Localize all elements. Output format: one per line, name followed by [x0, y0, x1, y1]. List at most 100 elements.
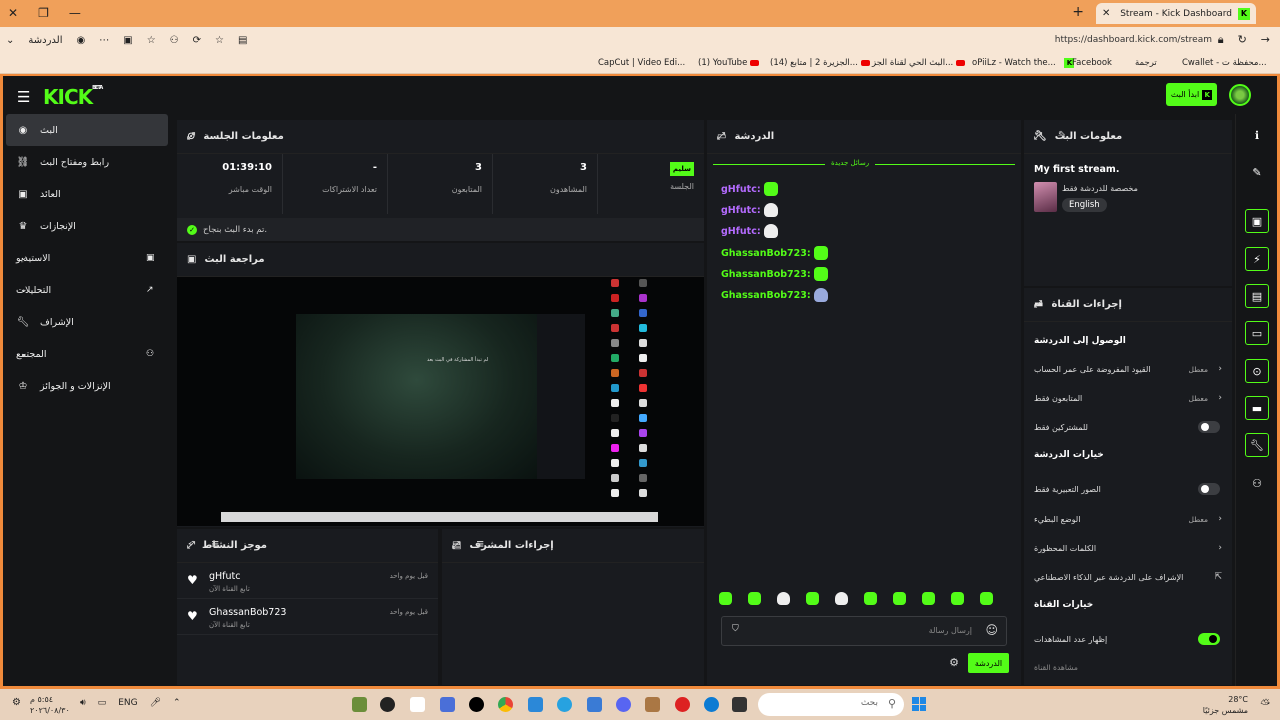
- chat-username[interactable]: GhassanBob723:: [721, 248, 811, 259]
- bookmark-cwallet[interactable]: Cwallet - محفظة ت...: [1182, 58, 1267, 68]
- windows-start-icon[interactable]: [912, 697, 926, 711]
- filter-icon[interactable]: ≡: [476, 539, 484, 550]
- folder-icon[interactable]: [587, 697, 602, 712]
- bookmark-opiilz[interactable]: oPiiLz - Watch the... K: [972, 58, 1075, 68]
- reader-icon[interactable]: ▤: [238, 35, 247, 46]
- edit-pencil-icon[interactable]: ✎: [1058, 130, 1066, 141]
- gear-icon[interactable]: ⚙: [949, 656, 959, 669]
- emotes-only-toggle[interactable]: [1198, 483, 1220, 495]
- info-icon[interactable]: ℹ: [1245, 123, 1269, 147]
- filter-icon[interactable]: ≡: [211, 539, 219, 550]
- sync-icon[interactable]: ⟳: [193, 35, 201, 46]
- sidebar-item-stream[interactable]: البث ◉: [6, 114, 168, 146]
- sidebar-item-analytics[interactable]: ⌄ التحليلات ↗: [6, 274, 168, 306]
- chrome-icon[interactable]: [498, 697, 513, 712]
- sidebar-item-stream-key[interactable]: رابط ومفتاح البث ⛓: [6, 146, 168, 178]
- bookmark-translate[interactable]: ترجمة: [1135, 58, 1157, 68]
- app-icon[interactable]: [645, 697, 660, 712]
- expand-icon[interactable]: ⤢: [187, 131, 195, 142]
- expand-icon[interactable]: ⤢: [1034, 131, 1042, 142]
- edit-pencil-icon[interactable]: ✎: [1245, 160, 1269, 184]
- sidebar-item-moderation[interactable]: الإشراف 🔧︎: [6, 306, 168, 338]
- minimize-window-icon[interactable]: —: [69, 6, 81, 20]
- show-viewers-toggle[interactable]: [1198, 633, 1220, 645]
- emote-icon[interactable]: [748, 592, 761, 605]
- ai-mod-row[interactable]: الإشراف على الدردشة عبر الذكاء الاصطناعي…: [1034, 566, 1222, 588]
- user-avatar[interactable]: [1229, 84, 1251, 106]
- app-icon[interactable]: [440, 697, 455, 712]
- followers-only-row[interactable]: المتابعون فقط معطل ›: [1034, 387, 1222, 409]
- sidebar-item-revenue[interactable]: العائد ▣: [6, 178, 168, 210]
- expand-icon[interactable]: ⤢: [717, 131, 725, 142]
- expand-icon[interactable]: ⤢: [187, 540, 195, 551]
- profile-icon[interactable]: ⚇: [170, 35, 179, 46]
- bookmark-aljazeera-live[interactable]: البث الحي لقناة الجز...: [872, 58, 968, 68]
- bookmark-youtube[interactable]: (1) YouTube: [698, 58, 762, 68]
- browser-tab[interactable]: ✕ Stream - Kick Dashboard K: [1096, 3, 1256, 24]
- favorites-icon[interactable]: ☆: [147, 35, 156, 46]
- obs-icon[interactable]: [380, 697, 395, 712]
- chat-username[interactable]: gHfutc:: [721, 226, 761, 237]
- info-circle-icon[interactable]: ⊙: [1245, 359, 1269, 383]
- bookmark-aljazeera2[interactable]: (14) الجزيرة 2 | متابع...: [770, 58, 873, 68]
- emote-icon[interactable]: [922, 592, 935, 605]
- activity-username[interactable]: GhassanBob723: [209, 607, 286, 618]
- emote-icon[interactable]: [980, 592, 993, 605]
- microphone-icon[interactable]: 🎤︎: [150, 698, 161, 708]
- telegram-icon[interactable]: [557, 697, 572, 712]
- go-live-button[interactable]: ابدأ البث K: [1166, 83, 1217, 106]
- list-icon[interactable]: ▤: [1245, 284, 1269, 308]
- tiktok-icon[interactable]: [469, 697, 484, 712]
- chat-input[interactable]: ⛉ إرسال رسالة ☺: [721, 616, 1007, 646]
- kick-logo[interactable]: KICKBETA: [43, 85, 103, 109]
- speaker-icon[interactable]: 🔊︎: [80, 698, 86, 708]
- copilot-icon[interactable]: ◉: [77, 35, 86, 46]
- extension-icon[interactable]: ▣: [123, 35, 132, 46]
- left-label[interactable]: الدردشة: [28, 35, 62, 46]
- expand-icon[interactable]: ⤢: [1034, 299, 1042, 310]
- close-window-icon[interactable]: ✕: [8, 6, 18, 20]
- app-icon[interactable]: [675, 697, 690, 712]
- restore-window-icon[interactable]: ❐: [38, 6, 49, 20]
- chat-username[interactable]: gHfutc:: [721, 205, 761, 216]
- sidebar-item-studio[interactable]: ⌄ الاستيديو ▣: [6, 242, 168, 274]
- star-icon[interactable]: ☆: [215, 35, 224, 46]
- lightning-icon[interactable]: ⚡︎: [1245, 247, 1269, 271]
- sidebar-item-drops[interactable]: الإنزالات و الجوائز ♔: [6, 370, 168, 402]
- discord-icon[interactable]: [616, 697, 631, 712]
- community-icon[interactable]: ⚇: [1245, 471, 1269, 495]
- watch-channel-row[interactable]: مشاهدة القناة: [1034, 656, 1222, 678]
- emote-icon[interactable]: [835, 592, 848, 605]
- emote-icon[interactable]: [777, 592, 790, 605]
- wrench-icon[interactable]: 🔧︎: [1245, 433, 1269, 457]
- terminal-icon[interactable]: [732, 697, 747, 712]
- stream-preview-video[interactable]: لم تبدأ المشاركة في البث بعد: [177, 277, 704, 526]
- more-icon[interactable]: ⋯: [99, 35, 109, 46]
- shield-icon[interactable]: ⛉: [732, 624, 739, 634]
- account-age-row[interactable]: القيود المفروضة على عمر الحساب معطل ›: [1034, 358, 1222, 380]
- chat-send-button[interactable]: الدردشة: [968, 653, 1009, 673]
- activity-username[interactable]: gHfutc: [209, 571, 241, 582]
- emoji-icon[interactable]: ☺: [985, 623, 998, 637]
- chat-username[interactable]: GhassanBob723:: [721, 290, 811, 301]
- lock-icon[interactable]: 🔒︎: [1218, 33, 1224, 47]
- chat-bubble-icon[interactable]: ▭: [1245, 321, 1269, 345]
- chat-username[interactable]: GhassanBob723:: [721, 269, 811, 280]
- banned-words-row[interactable]: الكلمات المحظورة ›: [1034, 537, 1222, 559]
- chat-username[interactable]: gHfutc:: [721, 184, 761, 195]
- bookmark-capcut[interactable]: CapCut | Video Edi...: [598, 58, 685, 68]
- card-icon[interactable]: ▬: [1245, 396, 1269, 420]
- taskbar-clock[interactable]: ٥:٥٤ م ٢٠٢٦/٠٨/٣٠: [30, 694, 70, 716]
- chevron-up-icon[interactable]: ⌃: [173, 698, 181, 708]
- emote-icon[interactable]: [864, 592, 877, 605]
- close-tab-icon[interactable]: ✕: [1102, 8, 1110, 19]
- sidebar-item-community[interactable]: ⌄ المجتمع ⚇: [6, 338, 168, 370]
- language-indicator[interactable]: ENG: [118, 698, 137, 708]
- video-panel-icon[interactable]: ▣: [1245, 209, 1269, 233]
- file-icon[interactable]: [410, 697, 425, 712]
- edge-icon[interactable]: [704, 697, 719, 712]
- subs-only-toggle[interactable]: [1198, 421, 1220, 433]
- emote-icon[interactable]: [951, 592, 964, 605]
- bookmark-facebook[interactable]: Facebook: [1072, 58, 1112, 68]
- emote-icon[interactable]: [806, 592, 819, 605]
